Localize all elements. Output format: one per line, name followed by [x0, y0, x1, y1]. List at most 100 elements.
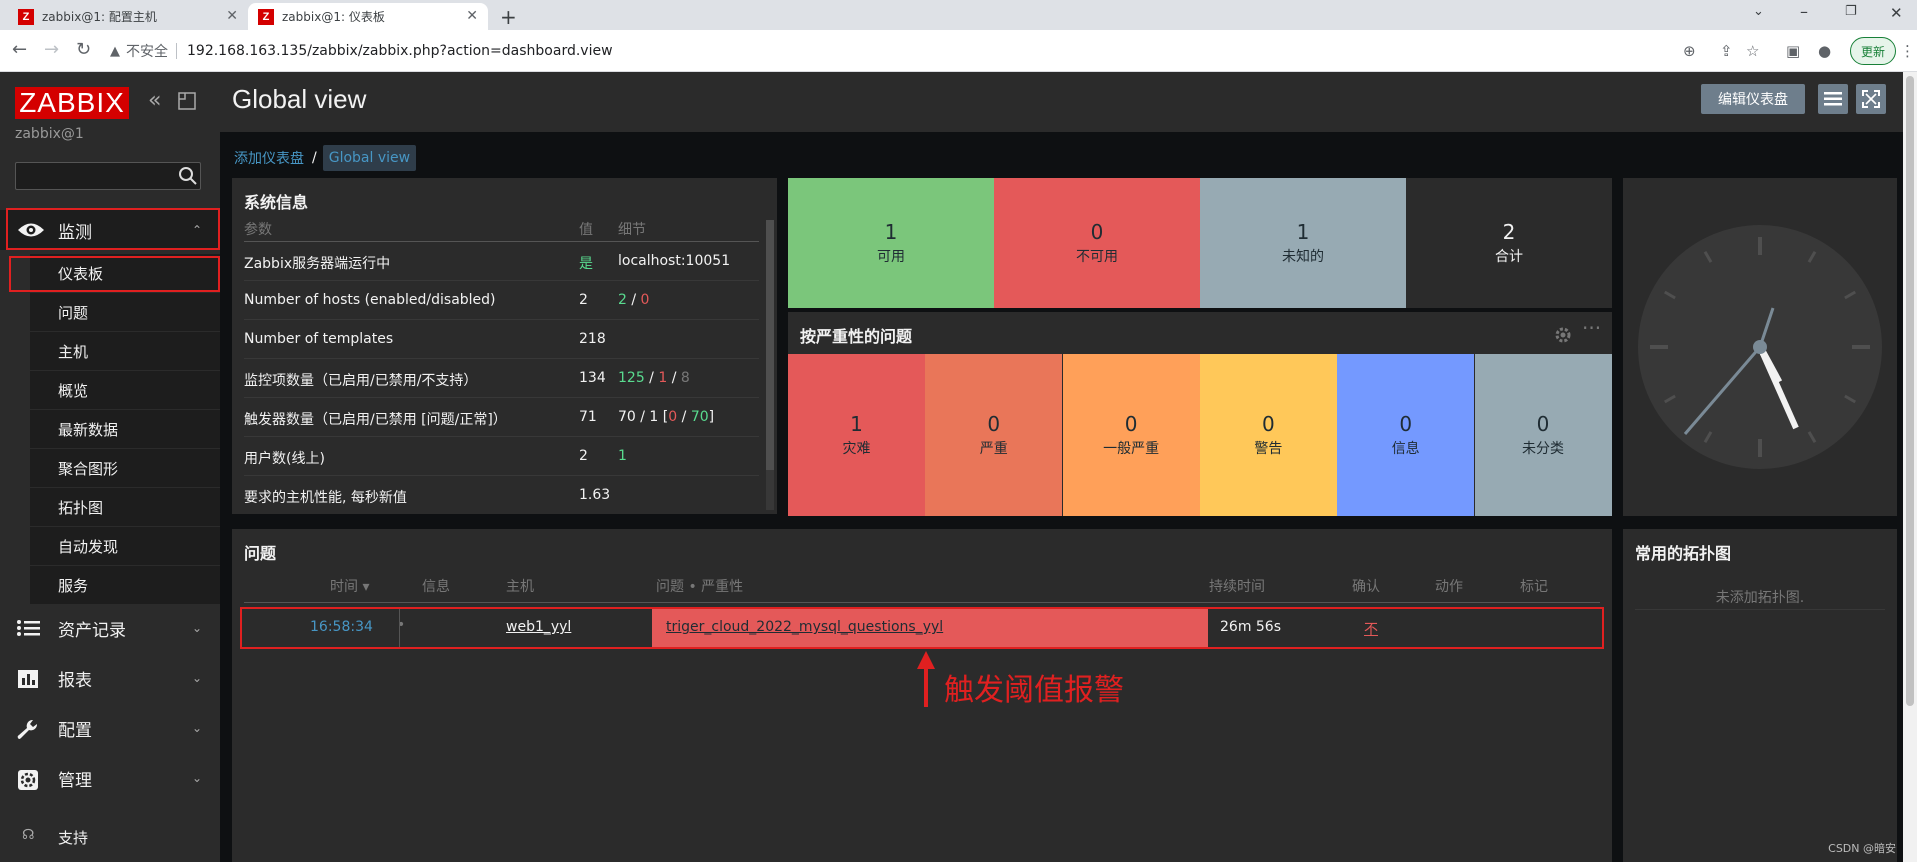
browser-menu-icon[interactable]: ⋮	[1900, 42, 1915, 60]
sidebar: ZABBIX « zabbix@1 监测 ⌃ 仪表板 问题 主机 概览 最新数据…	[0, 72, 220, 862]
menu-administration[interactable]: 管理 ⌄	[0, 758, 220, 798]
menu-inventory[interactable]: 资产记录 ⌄	[0, 608, 220, 648]
ok-count: 70	[690, 409, 709, 425]
breadcrumb-separator: /	[312, 150, 317, 166]
severity-tile[interactable]: 1 灾难	[788, 354, 925, 516]
browser-tab-dashboard[interactable]: Z zabbix@1: 仪表板 ✕	[248, 3, 488, 30]
row-background	[244, 609, 654, 647]
widget-title: 按严重性的问题	[800, 327, 913, 346]
close-icon[interactable]: ✕	[466, 8, 478, 24]
sidebar-item-services[interactable]: 服务	[30, 566, 220, 605]
chevron-down-icon: ⌄	[192, 621, 203, 635]
sidebar-item-maps[interactable]: 拓扑图	[30, 488, 220, 527]
tile-label: 可用	[877, 249, 905, 265]
sidebar-item-screens[interactable]: 聚合图形	[30, 449, 220, 488]
severity-tile[interactable]: 0 信息	[1337, 354, 1475, 516]
minimize-icon[interactable]: –	[1800, 2, 1808, 21]
severity-tile[interactable]: 0 一般严重	[1062, 354, 1200, 516]
gear-icon[interactable]	[1554, 326, 1572, 344]
security-label: 不安全	[126, 44, 168, 60]
clock-widget	[1623, 178, 1897, 516]
reload-icon[interactable]: ↻	[76, 40, 91, 60]
hide-sidebar-icon[interactable]	[178, 92, 196, 110]
collapse-sidebar-icon[interactable]: «	[148, 90, 161, 112]
value-cell: 71	[579, 409, 597, 425]
main-content: Global view 编辑仪表盘 添加仪表盘 / Global view 系统…	[220, 72, 1917, 862]
table-row: 监控项数量（已启用/已禁用/不支持） 134 125 / 1 / 8	[244, 359, 759, 398]
host-link[interactable]: web1_yyl	[506, 619, 571, 635]
tile-count: 0	[1090, 220, 1104, 244]
column-header: 值	[579, 222, 593, 238]
side-panel-icon[interactable]: ▣	[1786, 42, 1800, 60]
restore-icon[interactable]: ❐	[1845, 4, 1857, 19]
zabbix-favicon-icon: Z	[258, 8, 274, 25]
more-options-icon[interactable]: ···	[1582, 316, 1601, 340]
profile-avatar-icon[interactable]: ●	[1818, 42, 1831, 60]
forward-icon[interactable]: →	[44, 40, 59, 60]
browser-tab-config-hosts[interactable]: Z zabbix@1: 配置主机 ✕	[8, 3, 248, 30]
menu-reports[interactable]: 报表 ⌄	[0, 658, 220, 698]
detail-cell: 70 / 1 [0 / 70]	[618, 409, 714, 425]
sidebar-item-label: 聚合图形	[58, 459, 119, 478]
table-row: Number of hosts (enabled/disabled) 2 2 /…	[244, 281, 759, 320]
host-availability-tile: 1 未知的	[1200, 178, 1406, 308]
sidebar-item-overview[interactable]: 概览	[30, 371, 220, 410]
share-icon[interactable]: ⇪	[1720, 42, 1733, 60]
edit-dashboard-label: 编辑仪表盘	[1718, 92, 1788, 108]
system-info-widget: 系统信息 参数 值 细节 Zabbix服务器端运行中 是 localhost:1…	[232, 178, 777, 514]
update-label: 更新	[1861, 44, 1886, 59]
menu-configuration[interactable]: 配置 ⌄	[0, 708, 220, 748]
ack-link[interactable]: 不	[1364, 619, 1378, 639]
sidebar-item-label: 仪表板	[58, 264, 104, 283]
chevron-down-icon: ⌄	[192, 671, 203, 685]
url-field[interactable]: ▲ 不安全 192.168.163.135/zabbix/zabbix.php?…	[110, 37, 1500, 65]
back-icon[interactable]: ←	[12, 40, 27, 60]
sidebar-item-problems[interactable]: 问题	[30, 293, 220, 332]
value-cell: 218	[579, 331, 606, 347]
menu-inventory-label: 资产记录	[58, 620, 126, 641]
support-link[interactable]: 支持	[58, 827, 88, 848]
problem-name-link[interactable]: triger_cloud_2022_mysql_questions_yyl	[666, 619, 943, 635]
search-icon[interactable]	[178, 166, 198, 186]
tab-search-chevron-icon[interactable]: ⌄	[1753, 4, 1764, 19]
menu-reports-label: 报表	[58, 670, 92, 691]
host-availability-widget: 1 可用 0 不可用 1 未知的 2 合计	[788, 178, 1612, 308]
breadcrumb-current[interactable]: Global view	[322, 145, 417, 171]
sidebar-item-hosts[interactable]: 主机	[30, 332, 220, 371]
severity-tile[interactable]: 0 严重	[925, 354, 1063, 516]
annotation-label: 触发阈值报警	[944, 665, 1124, 709]
duration-link[interactable]: 26m 56s	[1220, 619, 1281, 635]
bookmark-star-icon[interactable]: ☆	[1746, 42, 1759, 60]
new-tab-icon[interactable]: +	[500, 5, 517, 29]
close-icon[interactable]: ✕	[226, 8, 238, 24]
menu-administration-label: 管理	[58, 770, 92, 791]
menu-monitoring[interactable]: 监测 ⌃	[0, 210, 220, 250]
column-header-time[interactable]: 时间 ▾	[330, 576, 369, 596]
page-scrollbar-thumb[interactable]	[1906, 76, 1914, 706]
sidebar-item-latest-data[interactable]: 最新数据	[30, 410, 220, 449]
edit-dashboard-button[interactable]: 编辑仪表盘	[1701, 84, 1805, 114]
zabbix-logo[interactable]: ZABBIX	[15, 87, 129, 119]
sidebar-item-label: 主机	[58, 342, 89, 361]
warning-icon: ▲	[110, 43, 120, 59]
column-header-tags: 标记	[1520, 579, 1548, 595]
severity-tile[interactable]: 0 未分类	[1474, 354, 1612, 516]
zoom-icon[interactable]: ⊕	[1683, 42, 1696, 60]
separator: /	[667, 370, 681, 386]
severity-tile[interactable]: 0 警告	[1199, 354, 1337, 516]
scrollbar-thumb[interactable]	[766, 220, 774, 470]
sidebar-item-dashboard[interactable]: 仪表板	[30, 254, 220, 293]
sidebar-search-input[interactable]	[15, 162, 201, 190]
window-close-icon[interactable]: ✕	[1890, 4, 1903, 22]
url-text: 192.168.163.135/zabbix/zabbix.php?action…	[187, 43, 613, 59]
sidebar-item-discovery[interactable]: 自动发现	[30, 527, 220, 566]
gear-icon	[18, 770, 38, 790]
dashboard-actions-button[interactable]	[1818, 84, 1848, 114]
update-button[interactable]: 更新	[1850, 37, 1897, 65]
breadcrumb-add-dashboard[interactable]: 添加仪表盘	[234, 148, 304, 168]
disabled-count: 0	[640, 292, 650, 308]
table-row: 要求的主机性能, 每秒新值 1.63	[244, 476, 759, 515]
kiosk-mode-button[interactable]	[1856, 84, 1886, 114]
disabled-count: 1	[658, 370, 668, 386]
problem-time-link[interactable]: 16:58:34	[310, 619, 373, 635]
